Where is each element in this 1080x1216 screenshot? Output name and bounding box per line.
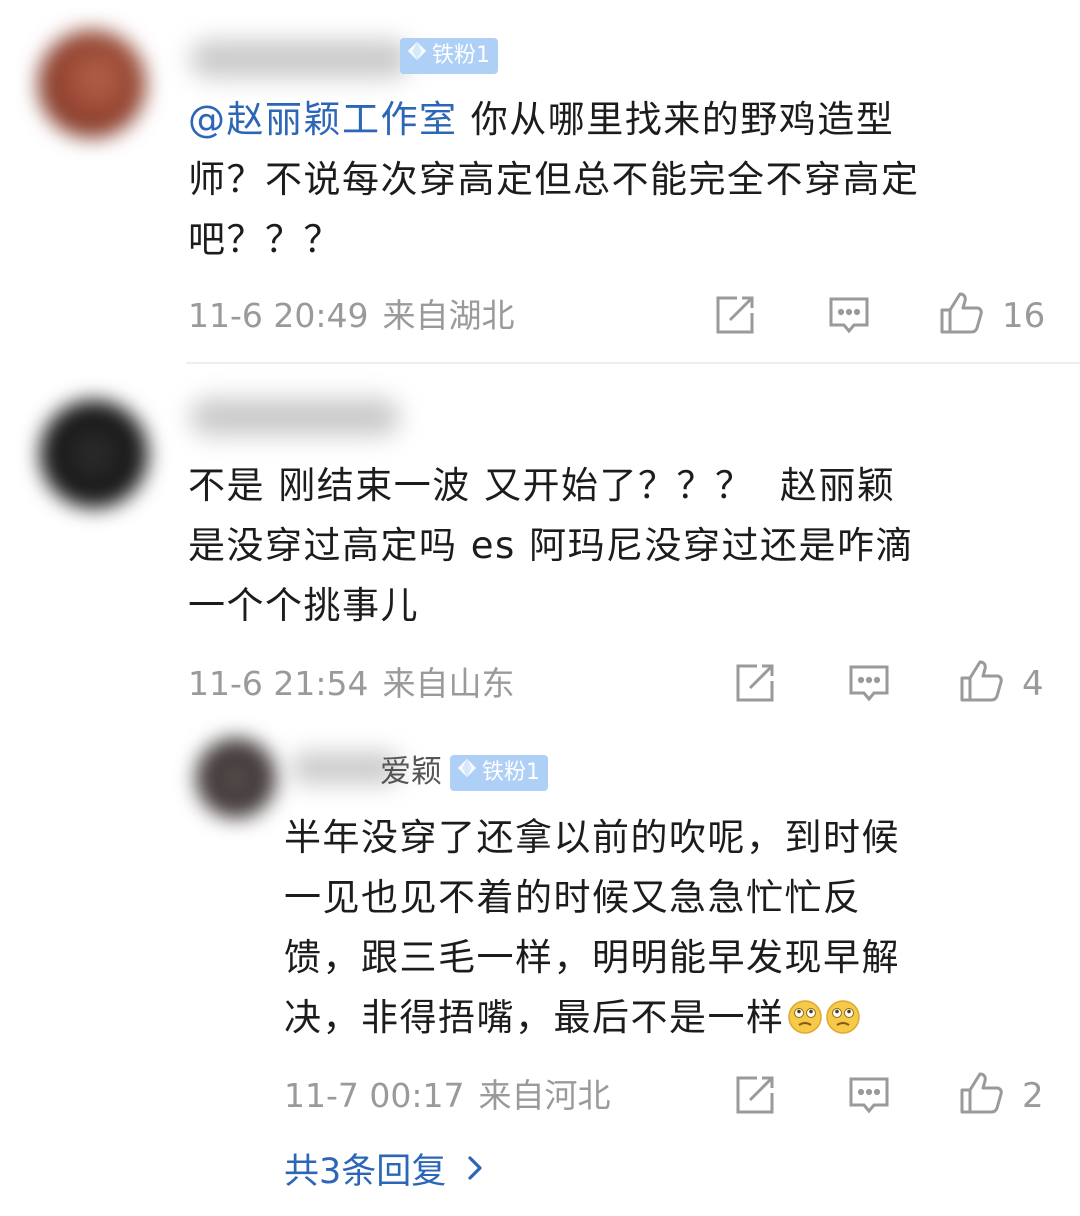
view-replies-link[interactable]: 共3条回复 [284, 1150, 486, 1194]
comment-icon[interactable] [826, 292, 872, 338]
reply-text: 半年没穿了还拿以前的吹呢，到时候 一见也见不着的时候又急急忙忙反 馈，跟三毛一样… [284, 808, 1064, 1048]
like-count: 2 [1022, 1076, 1044, 1116]
comment-line: 决，非得捂嘴，最后不是一样 [284, 996, 785, 1039]
thinking-emoji [787, 993, 823, 1034]
chevron-right-icon [464, 1150, 486, 1194]
fan-badge[interactable]: 铁粉1 [450, 755, 548, 791]
comment-text: 不是 刚结束一波 又开始了？？？ 赵丽颖 是没穿过高定吗 es 阿玛尼没穿过还是… [188, 456, 1068, 636]
timestamp: 11-6 21:54 [188, 664, 369, 703]
like-icon[interactable] [938, 290, 984, 336]
timestamp: 11-6 20:49 [188, 296, 369, 335]
divider [186, 362, 1080, 364]
comment-line: 不是 刚结束一波 又开始了？？？ 赵丽颖 [188, 464, 896, 507]
comment-text: @赵丽颖工作室 你从哪里找来的野鸡造型 师？不说每次穿高定但总不能完全不穿高定 … [188, 90, 1068, 270]
mention-link[interactable]: @赵丽颖工作室 [188, 98, 458, 141]
like-count: 16 [1002, 296, 1046, 336]
like-count: 4 [1022, 664, 1044, 704]
like-icon[interactable] [958, 1070, 1004, 1116]
comment-line: 一个个挑事儿 [188, 584, 419, 627]
replies-label: 共3条回复 [284, 1152, 447, 1192]
location: 来自湖北 [382, 296, 515, 335]
comment-line: 馈，跟三毛一样，明明能早发现早解 [284, 936, 900, 979]
location: 来自河北 [478, 1076, 611, 1115]
comment-line: 一见也见不着的时候又急急忙忙反 [284, 876, 862, 919]
username[interactable] [190, 40, 410, 78]
repost-icon[interactable] [712, 292, 758, 338]
username-visible-part[interactable]: 爱颖 [380, 752, 442, 792]
comment-line: 师？不说每次穿高定但总不能完全不穿高定 [188, 158, 920, 201]
diamond-icon [406, 38, 428, 74]
fan-badge[interactable]: 铁粉1 [400, 38, 498, 74]
comment-meta: 11-6 21:54 来自山东 [188, 664, 515, 704]
username[interactable] [190, 398, 400, 436]
repost-icon[interactable] [732, 660, 778, 706]
avatar[interactable] [40, 400, 148, 508]
like-icon[interactable] [958, 658, 1004, 704]
comment-icon[interactable] [846, 660, 892, 706]
timestamp: 11-7 00:17 [284, 1076, 465, 1115]
comment-line: 是没穿过高定吗 es 阿玛尼没穿过还是咋滴 [188, 524, 915, 567]
comment-line: 半年没穿了还拿以前的吹呢，到时候 [284, 816, 900, 859]
location: 来自山东 [382, 664, 515, 703]
repost-icon[interactable] [732, 1072, 778, 1118]
comment-icon[interactable] [846, 1072, 892, 1118]
badge-label: 铁粉1 [432, 43, 490, 68]
thinking-emoji [825, 993, 861, 1034]
diamond-icon [456, 755, 478, 791]
avatar[interactable] [38, 30, 146, 138]
comment-line: 你从哪里找来的野鸡造型 [470, 98, 895, 141]
comment-meta: 11-7 00:17 来自河北 [284, 1076, 611, 1116]
badge-label: 铁粉1 [482, 760, 540, 785]
comment-line: 吧？？？ [188, 218, 342, 261]
comment-meta: 11-6 20:49 来自湖北 [188, 296, 515, 336]
avatar[interactable] [196, 738, 276, 818]
